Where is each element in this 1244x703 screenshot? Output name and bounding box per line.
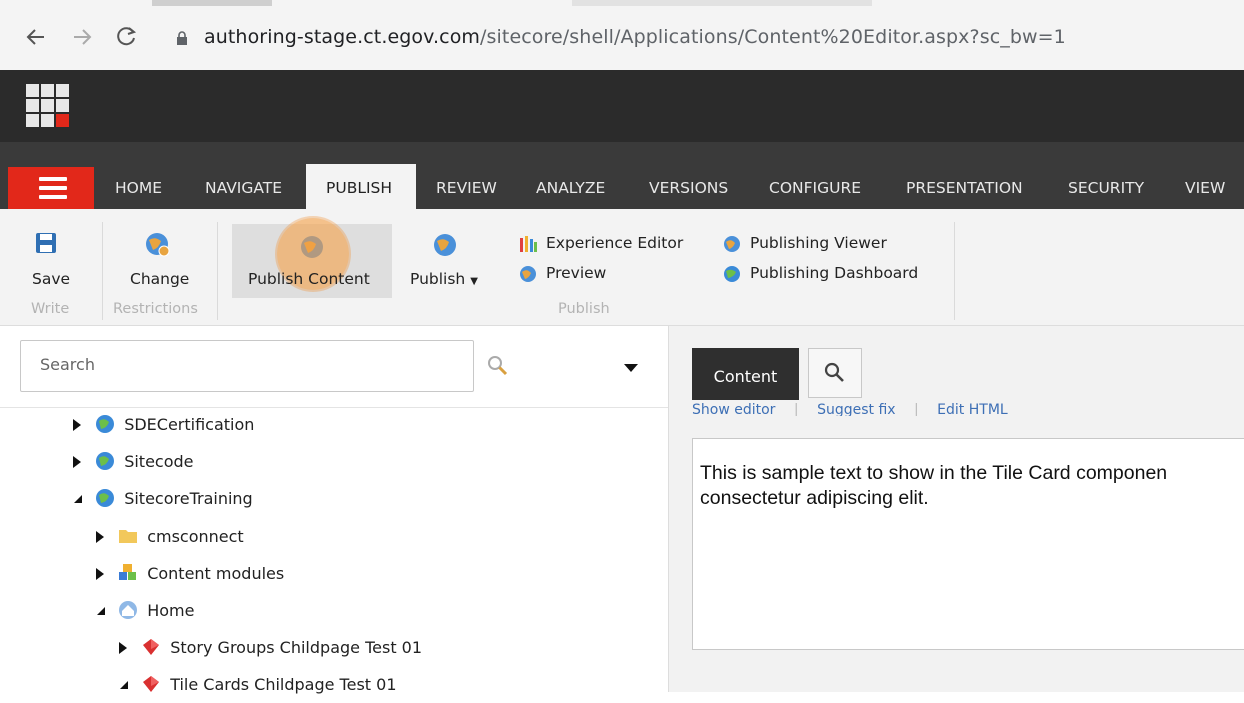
- link-separator: |: [793, 402, 799, 416]
- tab-home[interactable]: HOME: [115, 167, 162, 209]
- browser-tab-edge: [572, 0, 872, 6]
- editor-links: Show editor | Suggest fix | Edit HTML: [692, 402, 1244, 416]
- publishing-viewer-icon: [722, 234, 742, 258]
- save-button[interactable]: Save: [32, 270, 70, 288]
- tab-analyze[interactable]: ANALYZE: [536, 167, 605, 209]
- tab-presentation[interactable]: PRESENTATION: [906, 167, 1023, 209]
- group-write-label: Write: [31, 301, 70, 317]
- page-icon: [143, 639, 160, 655]
- tree-item-label: Content modules: [147, 564, 285, 583]
- app-header: [0, 70, 1244, 142]
- expand-icon[interactable]: [95, 568, 105, 580]
- expand-icon[interactable]: [72, 456, 82, 468]
- tree-item-label: Home: [147, 601, 195, 620]
- publish-label: Publish: [410, 270, 466, 288]
- publishing-dashboard-button[interactable]: Publishing Dashboard: [750, 264, 918, 282]
- hamburger-line: [39, 177, 67, 181]
- collapse-icon[interactable]: [118, 679, 128, 691]
- publishing-viewer-button[interactable]: Publishing Viewer: [750, 234, 887, 252]
- tab-configure[interactable]: CONFIGURE: [769, 167, 861, 209]
- browser-tab-edge: [152, 0, 272, 6]
- publish-globe-icon: [430, 230, 460, 264]
- experience-editor-icon: [518, 234, 538, 258]
- modules-icon: [119, 564, 137, 580]
- reload-icon[interactable]: [114, 24, 138, 57]
- search-icon: [824, 362, 844, 382]
- suggest-fix-link[interactable]: Suggest fix: [817, 402, 895, 416]
- tree-item-label: SitecoreTraining: [124, 489, 253, 508]
- ribbon-separator: [954, 222, 955, 320]
- tree-item[interactable]: SDECertification: [72, 406, 254, 443]
- ribbon-separator: [217, 222, 218, 320]
- search-placeholder: Search: [40, 355, 95, 374]
- tree-item-label: cmsconnect: [147, 527, 244, 546]
- preview-icon: [518, 264, 538, 288]
- collapse-icon[interactable]: [95, 605, 105, 617]
- tree-item-label: Sitecode: [124, 452, 194, 471]
- publish-content-button[interactable]: Publish Content: [248, 270, 370, 288]
- experience-editor-button[interactable]: Experience Editor: [546, 234, 683, 252]
- tree-item[interactable]: Content modules: [95, 555, 284, 592]
- caret-down-icon[interactable]: [624, 359, 638, 378]
- hamburger-line: [39, 195, 67, 199]
- tree-item-label: Story Groups Childpage Test 01: [170, 638, 423, 657]
- collapse-icon[interactable]: [72, 493, 82, 505]
- tree-item[interactable]: Tile Cards Childpage Test 01: [118, 666, 397, 703]
- preview-button[interactable]: Preview: [546, 264, 606, 282]
- expand-icon[interactable]: [118, 642, 128, 654]
- hamburger-line: [39, 186, 67, 190]
- publishing-dashboard-icon: [722, 264, 742, 288]
- tab-content[interactable]: Content: [692, 348, 799, 400]
- ribbon-separator: [102, 222, 103, 320]
- chevron-down-icon: ▼: [470, 276, 478, 287]
- edit-html-link[interactable]: Edit HTML: [937, 402, 1008, 416]
- editor-line: This is sample text to show in the Tile …: [700, 462, 1168, 484]
- group-publish-label: Publish: [558, 301, 610, 317]
- tab-versions[interactable]: VERSIONS: [649, 167, 728, 209]
- globe-lock-icon: [143, 230, 173, 264]
- home-icon: [119, 601, 138, 619]
- url-path: /sitecore/shell/Applications/Content%20E…: [480, 26, 1066, 48]
- page-icon: [143, 676, 160, 692]
- search-tab[interactable]: [808, 348, 862, 398]
- save-icon: [35, 232, 57, 258]
- expand-icon[interactable]: [95, 531, 105, 543]
- tab-view[interactable]: VIEW: [1185, 167, 1225, 209]
- tree-item[interactable]: Story Groups Childpage Test 01: [118, 629, 422, 666]
- tab-review[interactable]: REVIEW: [436, 167, 497, 209]
- tree-item[interactable]: SitecoreTraining: [72, 480, 253, 517]
- link-separator: |: [914, 402, 919, 416]
- globe-icon: [96, 489, 115, 507]
- tree-item[interactable]: Home: [95, 592, 194, 629]
- folder-icon: [119, 530, 138, 543]
- tree-item[interactable]: cmsconnect: [95, 518, 244, 555]
- globe-icon: [96, 452, 115, 470]
- address-bar[interactable]: authoring-stage.ct.egov.com/sitecore/she…: [204, 26, 1066, 48]
- tree-item[interactable]: Sitecode: [72, 443, 194, 480]
- menu-button[interactable]: [8, 167, 94, 209]
- back-icon[interactable]: [24, 24, 48, 57]
- group-restrictions-label: Restrictions: [113, 301, 198, 317]
- globe-icon: [96, 415, 115, 433]
- tree-item-label: SDECertification: [124, 415, 255, 434]
- show-editor-link[interactable]: Show editor: [692, 402, 775, 416]
- editor-content: This is sample text to show in the Tile …: [700, 461, 1240, 511]
- tree-item-label: Tile Cards Childpage Test 01: [170, 675, 397, 694]
- launchpad-icon[interactable]: [26, 84, 72, 130]
- ribbon-tab-bar: [0, 142, 1244, 209]
- publish-dropdown-button[interactable]: Publish ▼: [410, 270, 478, 288]
- editor-line: consectetur adipiscing elit.: [700, 487, 929, 509]
- forward-icon[interactable]: [70, 24, 94, 57]
- tab-navigate[interactable]: NAVIGATE: [205, 167, 282, 209]
- tab-publish[interactable]: PUBLISH: [326, 167, 392, 209]
- url-host: authoring-stage.ct.egov.com: [204, 26, 481, 48]
- lock-icon: [176, 30, 188, 45]
- change-button[interactable]: Change: [130, 270, 189, 288]
- expand-icon[interactable]: [72, 419, 82, 431]
- search-icon[interactable]: [487, 355, 509, 381]
- tab-security[interactable]: SECURITY: [1068, 167, 1144, 209]
